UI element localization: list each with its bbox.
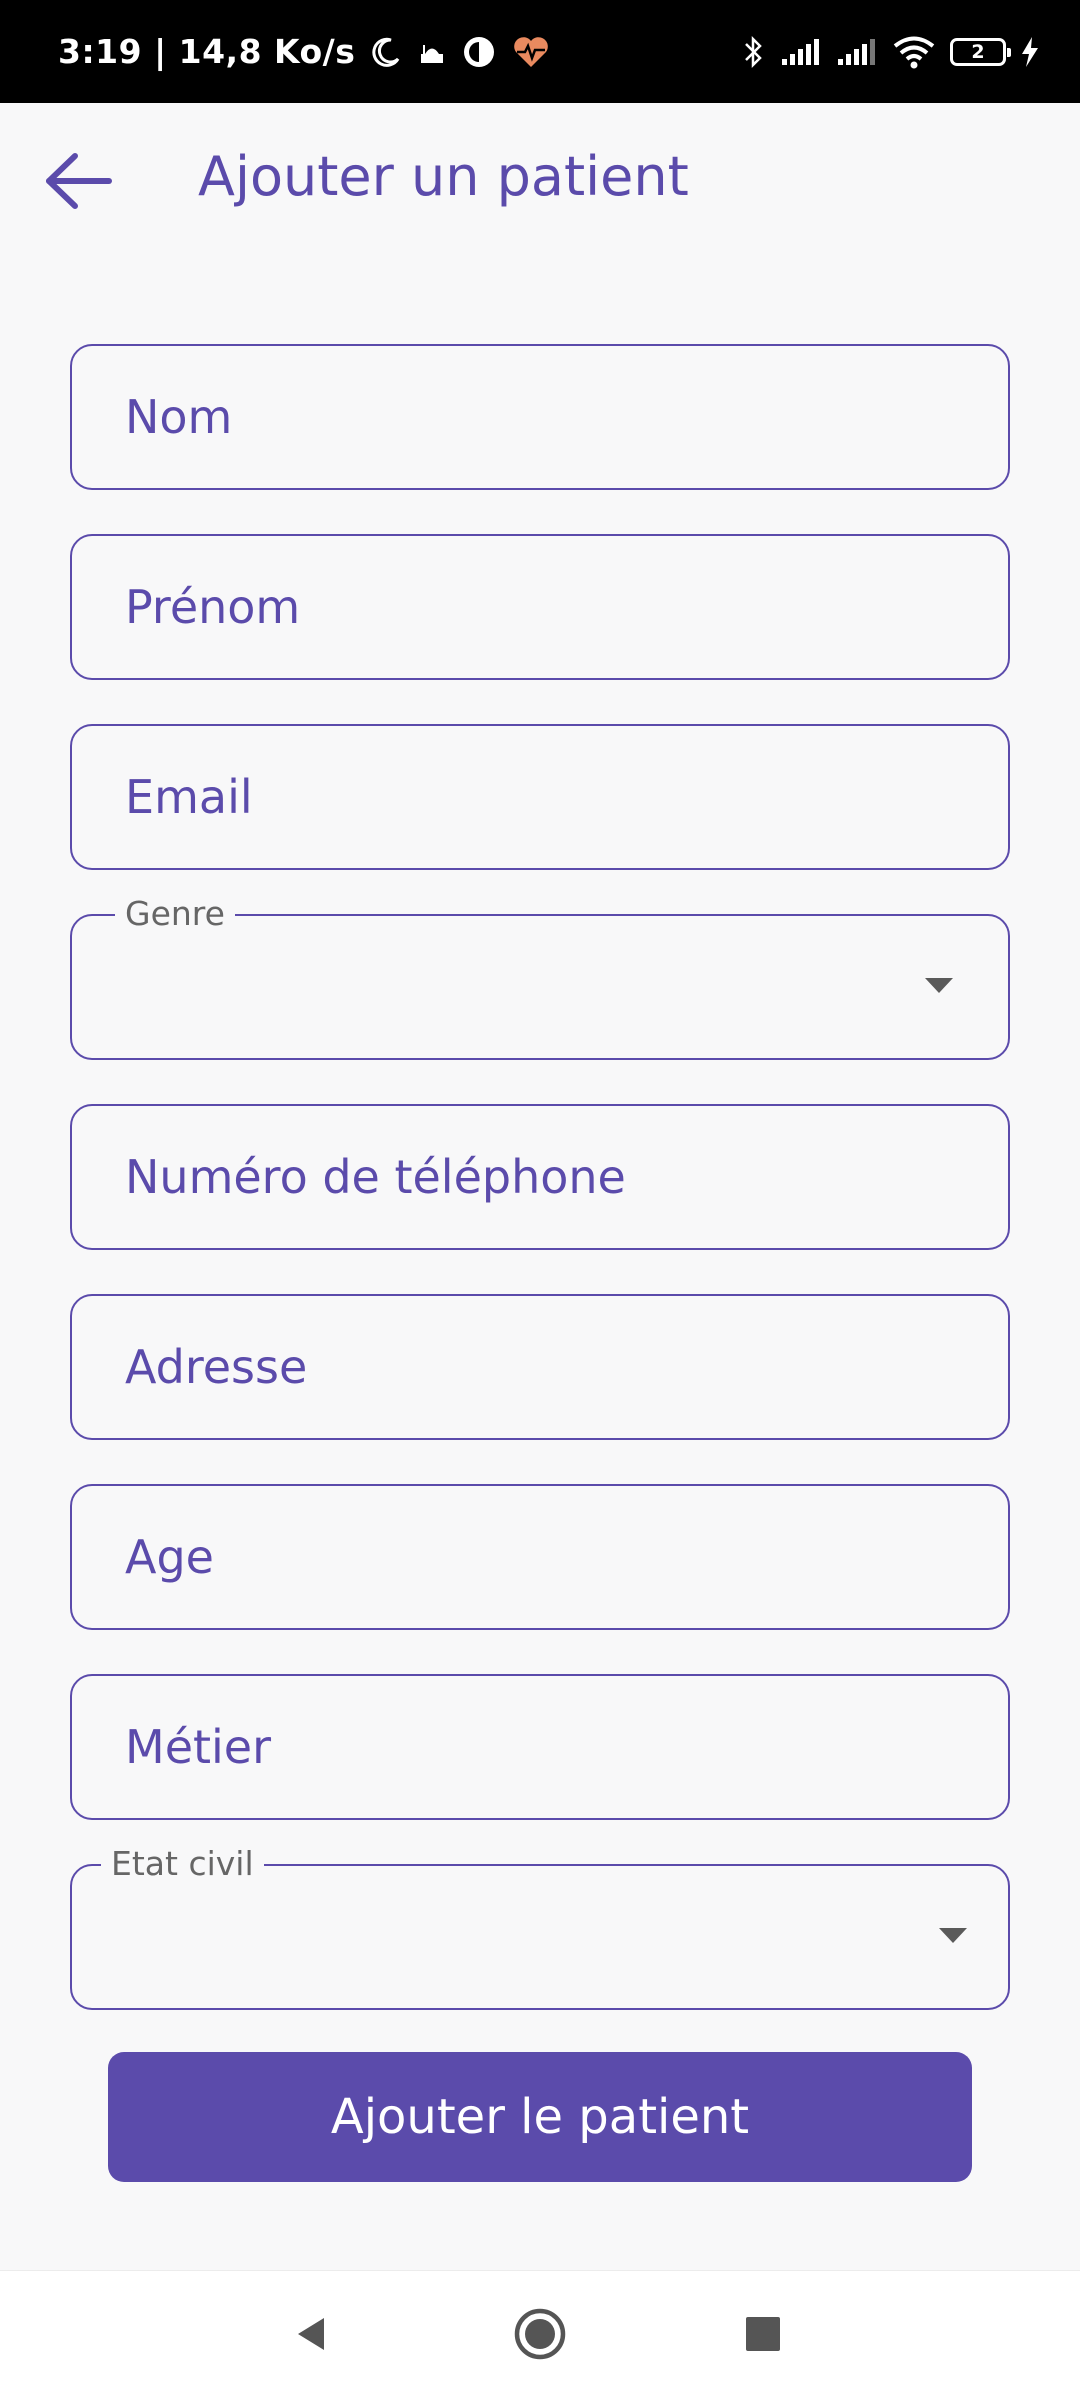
status-bar: 3:19 | 14,8 Ko/s 2 — [0, 0, 1080, 103]
moon-icon — [369, 35, 403, 69]
age-input[interactable] — [72, 1486, 1008, 1628]
etat-civil-dropdown[interactable]: Etat civil — [70, 1844, 1010, 2010]
recents-square-icon — [745, 2316, 781, 2356]
adresse-field — [70, 1294, 1010, 1440]
app-header: Ajouter un patient — [0, 103, 1080, 258]
nom-input[interactable] — [72, 346, 1008, 488]
age-field — [70, 1484, 1010, 1630]
page-title: Ajouter un patient — [198, 145, 689, 208]
chevron-down-icon — [925, 978, 953, 993]
nav-recents-button[interactable] — [723, 2296, 803, 2376]
wifi-icon — [892, 35, 936, 69]
battery-icon: 2 — [950, 37, 1011, 66]
heart-rate-icon — [511, 34, 551, 70]
back-triangle-icon — [292, 2314, 332, 2358]
status-right-group: 2 — [742, 0, 1040, 103]
home-circle-icon — [513, 2307, 567, 2365]
email-field — [70, 724, 1010, 870]
adresse-input[interactable] — [72, 1296, 1008, 1438]
nom-field — [70, 344, 1010, 490]
telephone-input[interactable] — [72, 1106, 1008, 1248]
signal-icon — [780, 37, 822, 67]
mosque-icon — [417, 37, 447, 67]
add-patient-form: Genre Etat civil — [70, 344, 1010, 2054]
status-left-group: 3:19 | 14,8 Ko/s — [58, 0, 551, 103]
battery-level: 2 — [971, 40, 985, 63]
etat-civil-label: Etat civil — [101, 1844, 264, 1883]
add-patient-button[interactable]: Ajouter le patient — [108, 2052, 972, 2182]
genre-label: Genre — [115, 894, 235, 933]
prenom-field — [70, 534, 1010, 680]
email-input[interactable] — [72, 726, 1008, 868]
nav-home-button[interactable] — [500, 2296, 580, 2376]
telephone-field — [70, 1104, 1010, 1250]
genre-dropdown[interactable]: Genre — [70, 894, 1010, 1060]
arrow-left-icon — [43, 150, 113, 216]
app-icon — [461, 34, 497, 70]
bluetooth-icon — [742, 34, 766, 70]
metier-field — [70, 1674, 1010, 1820]
charging-icon — [1020, 36, 1040, 68]
back-button[interactable] — [36, 141, 120, 225]
chevron-down-icon — [939, 1928, 967, 1943]
signal-icon — [836, 37, 878, 67]
status-time: 3:19 | 14,8 Ko/s — [58, 32, 356, 71]
metier-input[interactable] — [72, 1676, 1008, 1818]
navigation-bar — [0, 2270, 1080, 2401]
prenom-input[interactable] — [72, 536, 1008, 678]
nav-back-button[interactable] — [272, 2296, 352, 2376]
